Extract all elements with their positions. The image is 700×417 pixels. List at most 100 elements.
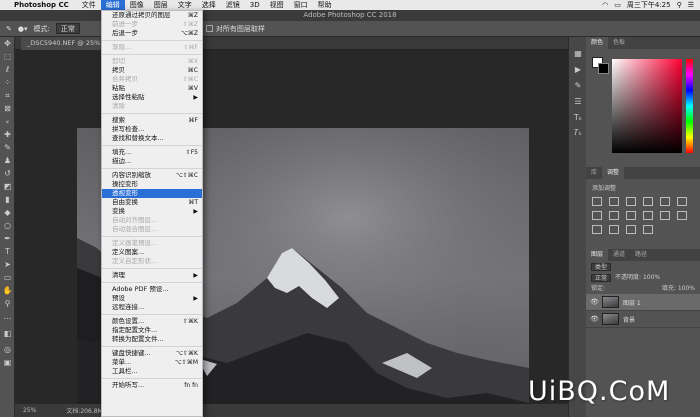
selective-color-icon[interactable]: [643, 225, 653, 234]
menu-item[interactable]: 内容识别缩放 ⌥⇧⌘C: [102, 171, 202, 180]
menu-image[interactable]: 图像: [125, 0, 149, 10]
menu-3d[interactable]: 3D: [245, 0, 265, 10]
frame-tool-icon[interactable]: ⊠: [0, 102, 15, 115]
layer-kind-filter[interactable]: 类型: [591, 262, 612, 271]
menu-item[interactable]: 指定配置文件...: [102, 326, 202, 335]
channel-mixer-icon[interactable]: [643, 211, 653, 220]
brush-tool-icon[interactable]: ✎: [0, 141, 15, 154]
menu-help[interactable]: 帮助: [313, 0, 337, 10]
menu-item[interactable]: 搜索 ⌘F: [102, 116, 202, 125]
brush-preset-picker[interactable]: ●▾: [18, 25, 28, 33]
invert-icon[interactable]: [677, 211, 687, 220]
menu-item[interactable]: 描边...: [102, 157, 202, 166]
menu-item[interactable]: 拼写检查...: [102, 125, 202, 134]
quick-select-tool-icon[interactable]: ⁘: [0, 76, 15, 89]
tab-paths[interactable]: 路径: [630, 249, 652, 261]
notification-icon[interactable]: ☰: [688, 1, 694, 9]
more-tools-icon[interactable]: …: [0, 310, 15, 323]
type-tool-icon[interactable]: T: [0, 245, 15, 258]
play-action-icon[interactable]: ▶: [569, 61, 587, 77]
history-brush-icon[interactable]: ↺: [0, 167, 15, 180]
menu-item[interactable]: 选择性粘贴 ▶: [102, 93, 202, 102]
color-swatch-icon[interactable]: ◧: [0, 323, 15, 343]
menu-item[interactable]: 粘贴 ⌘V: [102, 84, 202, 93]
opacity-field[interactable]: 不透明度: 100%: [615, 272, 660, 283]
shape-tool-icon[interactable]: ▭: [0, 271, 15, 284]
sample-all-checkbox[interactable]: [205, 25, 213, 32]
menu-item[interactable]: 转换为配置文件...: [102, 335, 202, 344]
menu-file[interactable]: 文件: [77, 0, 101, 10]
brush-tool-icon[interactable]: ✎: [6, 25, 12, 33]
paragraph-panel-icon[interactable]: 𝑇ₖ: [569, 125, 587, 141]
menu-edit[interactable]: 编辑: [100, 0, 125, 10]
bw-icon[interactable]: [609, 211, 619, 220]
wifi-icon[interactable]: ◠: [602, 1, 608, 9]
menu-item[interactable]: 开始听写... fn fn: [102, 381, 202, 390]
gradient-map-icon[interactable]: [626, 225, 636, 234]
dodge-tool-icon[interactable]: ○: [0, 219, 15, 232]
search-icon[interactable]: ⚲: [677, 1, 682, 9]
background-color[interactable]: [598, 63, 609, 74]
stamp-tool-icon[interactable]: ♟: [0, 154, 15, 167]
tab-color[interactable]: 颜色: [586, 37, 609, 49]
mode-select[interactable]: 正常: [55, 23, 80, 34]
menu-item[interactable]: 变换 ▶: [102, 207, 202, 216]
menu-item[interactable]: 后退一步 ⌥⌘Z: [102, 29, 202, 38]
menu-item[interactable]: 还原通过拷贝的图层 ⌘Z: [102, 11, 202, 20]
levels-icon[interactable]: [609, 197, 619, 206]
menu-select[interactable]: 选择: [197, 0, 221, 10]
threshold-icon[interactable]: [609, 225, 619, 234]
menu-item[interactable]: 透视变形: [102, 189, 202, 198]
tab-libraries[interactable]: 库: [586, 167, 602, 179]
fg-bg-swatches[interactable]: [592, 57, 610, 75]
menu-item[interactable]: 填充... ⇧F5: [102, 148, 202, 157]
zoom-level[interactable]: 25%: [23, 407, 36, 414]
hue-sat-icon[interactable]: [677, 197, 687, 206]
menu-item[interactable]: 菜单... ⌥⇧⌘M: [102, 358, 202, 367]
screen-mode-icon[interactable]: ▣: [0, 356, 15, 369]
menu-item[interactable]: 颜色设置... ⇧⌘K: [102, 317, 202, 326]
tab-channels[interactable]: 通道: [608, 249, 630, 261]
eyedropper-tool-icon[interactable]: ⸗: [0, 115, 15, 128]
menu-item[interactable]: 操控变形: [102, 180, 202, 189]
adjust-panel-icon[interactable]: ☰: [569, 93, 587, 109]
history-panel-icon[interactable]: ▦: [569, 45, 587, 61]
lasso-tool-icon[interactable]: ℓ: [0, 63, 15, 76]
quick-mask-icon[interactable]: ◎: [0, 343, 15, 356]
tab-adjustments[interactable]: 调整: [602, 167, 625, 179]
path-select-icon[interactable]: ➤: [0, 258, 15, 271]
menu-type[interactable]: 文字: [173, 0, 197, 10]
color-balance-icon[interactable]: [592, 211, 602, 220]
tab-swatches[interactable]: 色板: [608, 37, 630, 49]
eye-icon[interactable]: 👁: [590, 298, 599, 306]
crop-tool-icon[interactable]: ⌗: [0, 89, 15, 102]
curves-icon[interactable]: [626, 197, 636, 206]
sample-all-checkbox-wrap[interactable]: 对所有图层取样: [205, 24, 265, 34]
zoom-tool-icon[interactable]: ⚲: [0, 297, 15, 310]
posterize-icon[interactable]: [592, 225, 602, 234]
app-menu[interactable]: Photoshop CC: [14, 1, 69, 9]
blend-mode-select[interactable]: 正常: [591, 273, 612, 282]
move-tool-icon[interactable]: ✥: [0, 37, 15, 50]
menu-item[interactable]: 工具栏...: [102, 367, 202, 376]
clock[interactable]: 周三下午4:25: [627, 0, 671, 10]
pen-tool-icon[interactable]: ✒: [0, 232, 15, 245]
menu-item[interactable]: 自由变换 ⌘T: [102, 198, 202, 207]
menu-layer[interactable]: 图层: [149, 0, 173, 10]
layer-row-1[interactable]: 👁 图层 1: [586, 294, 700, 311]
menu-item[interactable]: 定义图案...: [102, 248, 202, 257]
menu-item[interactable]: 查找和替换文本...: [102, 134, 202, 143]
menu-view[interactable]: 视图: [265, 0, 289, 10]
tab-layers[interactable]: 图层: [586, 249, 609, 261]
exposure-icon[interactable]: [643, 197, 653, 206]
menu-item[interactable]: 预设 ▶: [102, 294, 202, 303]
hand-tool-icon[interactable]: ✋: [0, 284, 15, 297]
menu-item[interactable]: 清理 ▶: [102, 271, 202, 280]
menu-filter[interactable]: 滤镜: [221, 0, 245, 10]
gradient-tool-icon[interactable]: ▮: [0, 193, 15, 206]
menu-item[interactable]: Adobe PDF 预设...: [102, 285, 202, 294]
brush-panel-icon[interactable]: ✎: [569, 77, 587, 93]
lookup-icon[interactable]: [660, 211, 670, 220]
brightness-icon[interactable]: [592, 197, 602, 206]
canvas-area[interactable]: [15, 50, 580, 417]
